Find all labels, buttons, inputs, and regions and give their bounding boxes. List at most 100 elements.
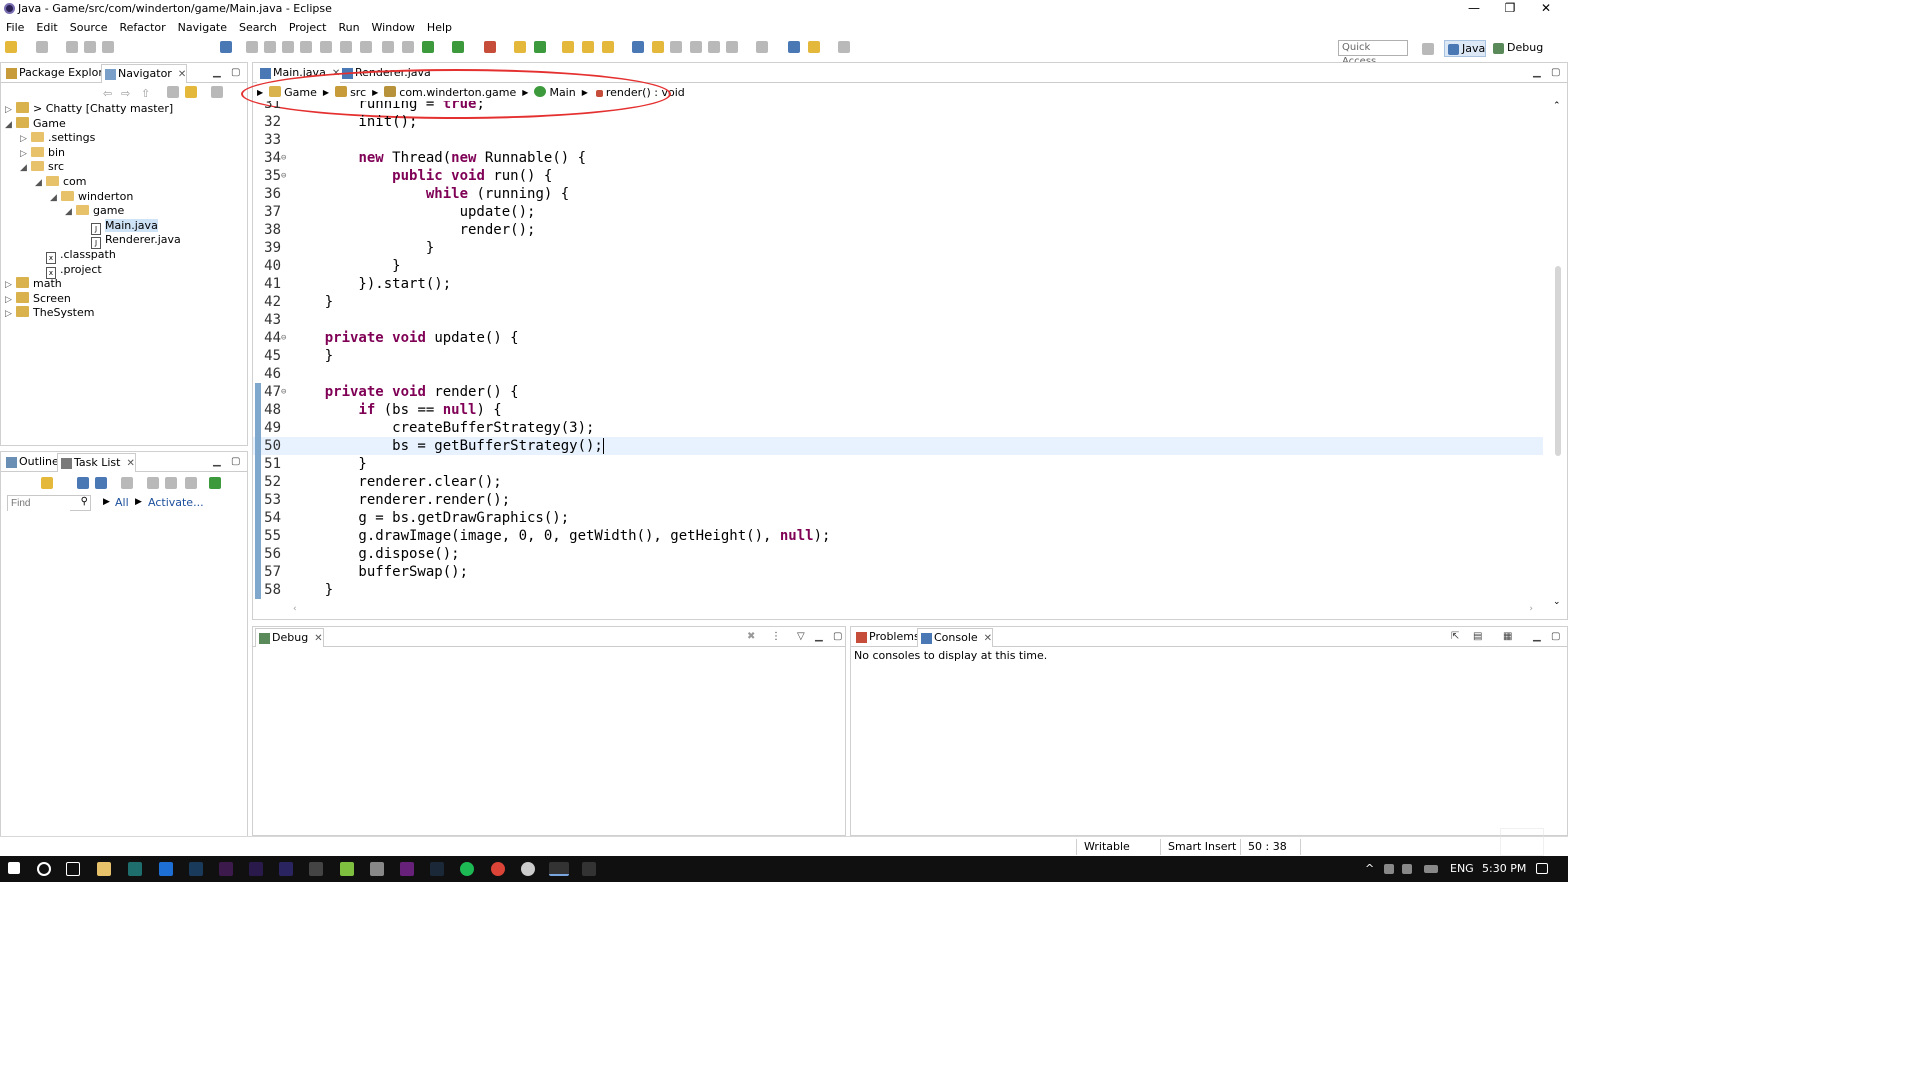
menu-refactor[interactable]: Refactor [114,21,172,34]
tree-item[interactable]: ◢ winderton [50,189,133,204]
expanded-arrow-icon[interactable]: ◢ [50,191,61,206]
save-all-icon[interactable] [66,41,78,53]
collapse-icon[interactable] [165,477,177,489]
menu-run[interactable]: Run [332,21,365,34]
maximize-icon[interactable]: ▢ [231,67,240,78]
drop-frame-icon[interactable] [382,41,394,53]
fold-icon[interactable]: ⊖ [281,329,286,347]
view-menu-icon[interactable] [211,86,223,98]
code-line[interactable]: 57 bufferSwap(); [253,563,1543,581]
code-line[interactable]: 37 update(); [253,203,1543,221]
quick-access-field[interactable]: Quick Access [1338,40,1408,67]
photoshop-icon[interactable] [189,862,203,876]
display-console-icon[interactable]: ▤ [1473,631,1482,642]
pin-console-icon[interactable]: ⇱ [1451,631,1459,642]
nav-back-icon[interactable]: ⇦ [103,87,112,100]
toggle-highlight-icon[interactable] [652,41,664,53]
code-line[interactable]: 49 createBufferStrategy(3); [253,419,1543,437]
expanded-arrow-icon[interactable]: ◢ [65,205,76,220]
store-icon[interactable] [159,862,173,876]
tree-item[interactable]: ▷ bin [20,145,65,160]
fold-icon[interactable]: ⊖ [281,167,286,185]
menu-window[interactable]: Window [366,21,421,34]
menu-project[interactable]: Project [283,21,333,34]
task-menu-icon[interactable] [209,477,221,489]
after-effects-icon[interactable] [249,862,263,876]
keyboard-icon[interactable] [1424,865,1438,873]
spotify-icon[interactable] [460,862,474,876]
resume-icon[interactable] [246,41,258,53]
lime-icon[interactable] [340,862,354,876]
new-class-icon[interactable] [534,41,546,53]
close-button[interactable]: ✕ [1528,0,1564,18]
volume-icon[interactable] [1402,864,1412,874]
scroll-down-icon[interactable]: ⌄ [1553,597,1561,607]
view-menu-icon[interactable]: ▽ [797,631,805,642]
step-over-icon[interactable] [340,41,352,53]
terminate-icon[interactable] [282,41,294,53]
scroll-up-icon[interactable]: ⌃ [1553,101,1561,111]
skip-breakpoints-icon[interactable] [220,41,232,53]
code-line[interactable]: 35 ⊖ public void run() { [253,167,1543,185]
code-line[interactable]: 34 ⊖ new Thread(new Runnable() { [253,149,1543,167]
show-whitespace-icon[interactable] [670,41,682,53]
tree-item[interactable]: ◢ game [65,203,124,218]
search-icon[interactable] [602,41,614,53]
code-line[interactable]: 39 } [253,239,1543,257]
next-annotation-icon[interactable] [726,41,738,53]
close-icon[interactable]: ✕ [178,69,186,80]
code-line[interactable]: 43 [253,311,1543,329]
prev-annotation-icon[interactable] [756,41,768,53]
code-line[interactable]: 45 } [253,347,1543,365]
external-tools-icon[interactable] [484,41,496,53]
task-view-icon[interactable] [66,862,80,876]
app-icon[interactable] [521,862,535,876]
debug-icon[interactable] [422,41,434,53]
print-icon[interactable] [84,41,96,53]
language-indicator[interactable]: ENG [1450,862,1474,875]
tray-chevron-icon[interactable]: ^ [1365,862,1374,875]
chrome-icon[interactable] [491,862,505,876]
tree-item[interactable]: ▷ Screen [5,291,71,306]
code-line[interactable]: 51 } [253,455,1543,473]
tree-item[interactable]: ▷ .settings [20,130,95,145]
audition-icon[interactable] [128,862,142,876]
tree-item[interactable]: J Main.java [80,218,158,235]
tab-problems[interactable]: Problems [853,628,920,647]
tree-item[interactable]: ◢ src [20,159,64,174]
menu-file[interactable]: File [0,21,30,34]
expanded-arrow-icon[interactable]: ◢ [5,118,16,133]
link-editor-icon[interactable] [185,86,197,98]
file-explorer-icon[interactable] [97,862,111,876]
scroll-thumb[interactable] [1555,266,1561,456]
perspective-debug[interactable]: Debug [1490,40,1543,57]
vertical-scrollbar[interactable]: ⌃ ⌄ [1551,101,1563,607]
collapse-all-icon[interactable] [167,86,179,98]
new-icon[interactable] [5,41,17,53]
hide-completed-icon[interactable] [121,477,133,489]
menu-source[interactable]: Source [64,21,114,34]
find-field[interactable]: ⚲ [7,495,91,511]
start-icon[interactable] [8,862,20,874]
fold-icon[interactable]: ⊖ [281,149,286,167]
network-icon[interactable] [1384,864,1394,874]
tab-console[interactable]: Console ✕ [917,628,994,647]
new-package-icon[interactable] [514,41,526,53]
open-type-icon[interactable] [102,41,114,53]
tab-navigator[interactable]: Navigator ✕ [101,64,188,83]
notification-icon[interactable] [1536,863,1548,874]
tree-item[interactable]: x .project [35,262,102,279]
code-line[interactable]: 44 ⊖ private void update() { [253,329,1543,347]
remove-launches-icon[interactable]: ✖ [747,631,755,642]
maximize-icon[interactable]: ▢ [1551,631,1560,642]
terminal-icon[interactable] [309,862,323,876]
toggle-mark-occurrences-icon[interactable] [632,41,644,53]
code-line[interactable]: 42 } [253,293,1543,311]
save-icon[interactable] [36,41,48,53]
debug-view-menu-icon[interactable]: ⋮ [771,631,781,642]
steam-icon[interactable] [430,862,444,876]
tree-item[interactable]: ◢ Game [5,116,66,131]
code-line[interactable]: 47 ⊖ private void render() { [253,383,1543,401]
collapsed-arrow-icon[interactable]: ▷ [5,307,16,322]
open-console-icon[interactable]: ▦ [1503,631,1512,642]
